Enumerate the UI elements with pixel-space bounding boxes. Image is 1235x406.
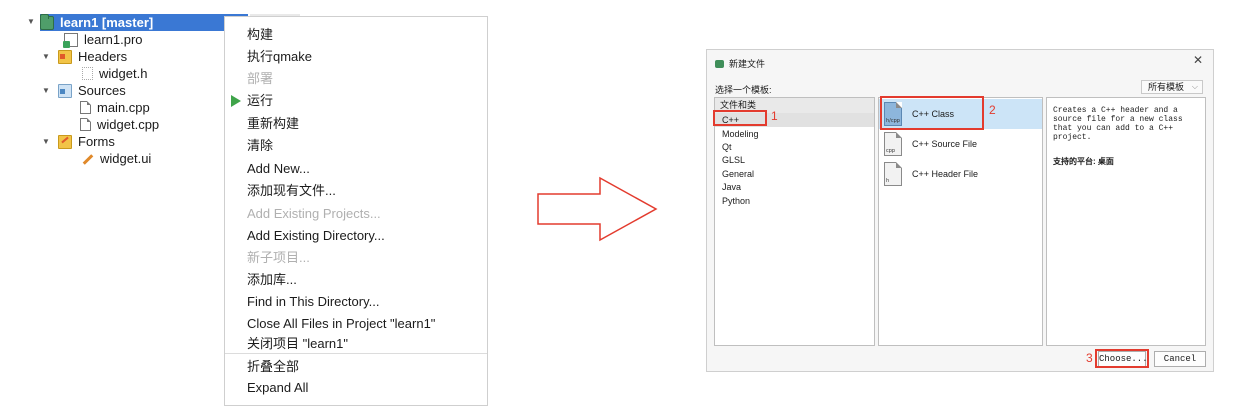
close-icon[interactable]: ✕ bbox=[1193, 53, 1203, 67]
tree-item-label: widget.ui bbox=[100, 151, 152, 166]
chevron-down-icon: ⌵ bbox=[1191, 82, 1198, 91]
cancel-button[interactable]: Cancel bbox=[1154, 351, 1206, 367]
annotation-number-step2: 2 bbox=[989, 103, 996, 117]
menu-item-expand-all[interactable]: Expand All bbox=[247, 378, 308, 398]
pro-file-icon bbox=[63, 32, 78, 48]
tree-item-forms[interactable]: Forms bbox=[58, 133, 115, 150]
menu-item-build[interactable]: 构建 bbox=[247, 25, 273, 45]
annotation-box-step1 bbox=[713, 110, 767, 126]
tree-item-headers[interactable]: Headers bbox=[58, 48, 127, 65]
tree-item-label: Headers bbox=[78, 49, 128, 64]
file-icon-caption: cpp bbox=[886, 148, 896, 154]
expand-arrow-icon[interactable]: ▼ bbox=[26, 17, 36, 26]
template-cpp-source-file[interactable]: cpp C++ Source File bbox=[879, 129, 1042, 159]
template-cpp-header-file[interactable]: h C++ Header File bbox=[879, 159, 1042, 189]
source-file-icon bbox=[80, 101, 91, 114]
menu-item-add-existing-files[interactable]: 添加现有文件... bbox=[247, 181, 336, 201]
category-qt[interactable]: Qt bbox=[722, 141, 732, 154]
category-general[interactable]: General bbox=[722, 168, 754, 181]
tree-item-label: learn1.pro bbox=[84, 32, 143, 47]
menu-item-deploy: 部署 bbox=[247, 71, 274, 86]
tree-item-widget-cpp[interactable]: widget.cpp bbox=[80, 116, 159, 133]
category-modeling[interactable]: Modeling bbox=[722, 128, 759, 141]
annotation-number-step3: 3 bbox=[1086, 351, 1093, 365]
menu-item-close-all-files[interactable]: Close All Files in Project "learn1" bbox=[247, 314, 435, 334]
expand-arrow-icon[interactable]: ▼ bbox=[41, 137, 51, 146]
context-menu: 构建 执行qmake 部署 运行 重新构建 清除 Add New... 添加现有… bbox=[224, 16, 488, 406]
tree-item-label: widget.h bbox=[99, 66, 148, 81]
run-icon bbox=[231, 95, 241, 107]
source-file-icon bbox=[80, 118, 91, 131]
source-file-icon: cpp bbox=[884, 132, 902, 156]
template-label: C++ Source File bbox=[912, 139, 978, 149]
dialog-title-bar: 新建文件 bbox=[715, 57, 765, 70]
menu-item-add-library[interactable]: 添加库... bbox=[247, 270, 297, 290]
tree-item-label: widget.cpp bbox=[97, 117, 160, 132]
template-description-panel: Creates a C++ header and a source file f… bbox=[1046, 97, 1206, 346]
tree-item-project[interactable]: learn1 [master] bbox=[40, 13, 248, 31]
qt-creator-icon bbox=[715, 59, 724, 68]
menu-item-close-project[interactable]: 关闭项目 "learn1" bbox=[247, 334, 348, 354]
tree-item-label: Sources bbox=[78, 83, 126, 98]
template-filter-value: 所有模板 bbox=[1148, 82, 1185, 92]
expand-arrow-icon[interactable]: ▼ bbox=[41, 86, 51, 95]
annotation-box-step3 bbox=[1095, 349, 1149, 368]
template-description: Creates a C++ header and a source file f… bbox=[1053, 106, 1183, 142]
tree-item-pro-file[interactable]: learn1.pro bbox=[63, 31, 143, 48]
header-file-icon bbox=[82, 67, 93, 80]
file-icon-caption: h bbox=[886, 178, 890, 184]
right-arrow-icon bbox=[537, 176, 658, 242]
menu-item-add-new[interactable]: Add New... bbox=[247, 159, 310, 179]
project-label: learn1 [master] bbox=[60, 15, 154, 30]
menu-separator bbox=[225, 353, 487, 354]
tree-item-sources[interactable]: Sources bbox=[58, 82, 126, 99]
menu-item-collapse-all[interactable]: 折叠全部 bbox=[247, 357, 299, 377]
template-list: h/cpp C++ Class cpp C++ Source File h C+… bbox=[878, 97, 1043, 346]
choose-template-label: 选择一个模板: bbox=[715, 85, 772, 95]
category-list: 文件和类 C++ Modeling Qt GLSL General Java P… bbox=[714, 97, 875, 346]
menu-item-find-in-directory[interactable]: Find in This Directory... bbox=[247, 292, 379, 312]
menu-item-run[interactable]: 运行 bbox=[247, 91, 273, 111]
tree-item-label: Forms bbox=[78, 134, 115, 149]
project-icon bbox=[40, 13, 54, 30]
tree-item-widget-h[interactable]: widget.h bbox=[82, 65, 147, 82]
menu-item-run-qmake[interactable]: 执行qmake bbox=[247, 47, 312, 67]
menu-item-rebuild[interactable]: 重新构建 bbox=[247, 114, 299, 134]
menu-item-clean[interactable]: 清除 bbox=[247, 136, 273, 156]
tree-item-label: main.cpp bbox=[97, 100, 150, 115]
menu-item-add-existing-directory[interactable]: Add Existing Directory... bbox=[247, 226, 385, 246]
template-filter-select[interactable]: 所有模板 ⌵ bbox=[1141, 80, 1203, 94]
tree-item-main-cpp[interactable]: main.cpp bbox=[80, 99, 150, 116]
sources-folder-icon bbox=[58, 83, 72, 98]
supported-platforms: 支持的平台: 桌面 bbox=[1053, 157, 1114, 166]
annotation-box-step2 bbox=[880, 96, 984, 130]
menu-item-add-existing-projects: Add Existing Projects... bbox=[247, 206, 381, 221]
tree-item-widget-ui[interactable]: widget.ui bbox=[80, 150, 151, 167]
form-file-icon bbox=[80, 152, 94, 166]
headers-folder-icon bbox=[58, 49, 72, 64]
expand-arrow-icon[interactable]: ▼ bbox=[41, 52, 51, 61]
category-glsl[interactable]: GLSL bbox=[722, 154, 745, 167]
category-java[interactable]: Java bbox=[722, 181, 741, 194]
menu-item-new-subproject: 新子项目... bbox=[247, 250, 310, 265]
annotation-number-step1: 1 bbox=[771, 109, 778, 123]
dialog-title: 新建文件 bbox=[729, 59, 766, 69]
forms-folder-icon bbox=[58, 134, 72, 149]
template-label: C++ Header File bbox=[912, 169, 979, 179]
category-python[interactable]: Python bbox=[722, 195, 750, 208]
header-file-icon: h bbox=[884, 162, 902, 186]
